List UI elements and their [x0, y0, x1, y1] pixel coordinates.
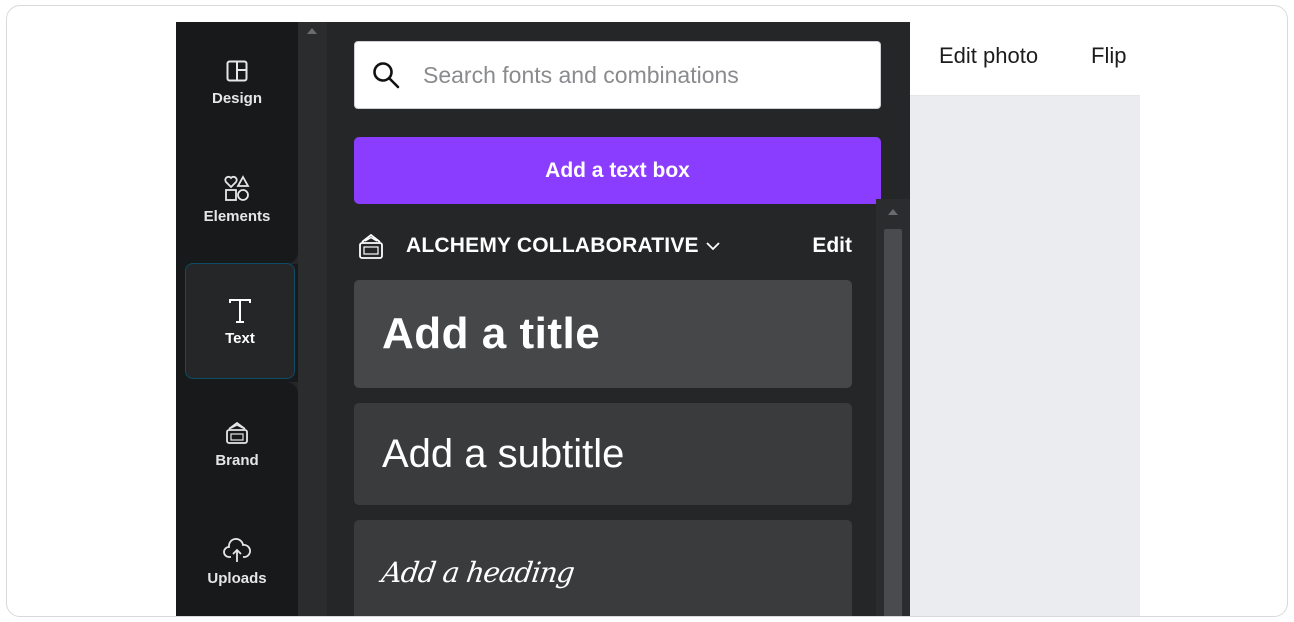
editor-app: Design Elements Text Brand Uploads Searc…	[176, 22, 1140, 616]
left-rail: Design Elements Text Brand Uploads	[176, 22, 298, 616]
scroll-thumb[interactable]	[884, 229, 902, 616]
rail-item-label: Uploads	[207, 569, 267, 587]
scroll-up-arrow-icon[interactable]	[307, 28, 317, 34]
search-input[interactable]	[421, 60, 855, 90]
rail-item-brand[interactable]: Brand	[176, 384, 298, 502]
search-icon	[373, 62, 400, 89]
rail-item-label: Brand	[215, 451, 259, 469]
rail-item-label: Elements	[203, 207, 271, 225]
rail-item-label: Design	[211, 89, 262, 107]
brand-kit-icon	[223, 418, 251, 448]
edit-photo-button[interactable]: Edit photo	[939, 43, 1038, 69]
add-subtitle-preset[interactable]: Add a subtitle	[354, 403, 852, 505]
chevron-down-icon[interactable]	[705, 240, 721, 252]
add-heading-preset[interactable]: Add a heading	[354, 520, 852, 616]
edit-brand-button[interactable]: Edit	[812, 234, 852, 258]
preset-label: Add a subtitle	[382, 431, 625, 476]
rail-item-design[interactable]: Design	[176, 22, 298, 140]
add-text-box-button[interactable]: Add a text box	[354, 137, 881, 204]
rail-item-label: Text	[225, 329, 255, 347]
brand-kit-name[interactable]: ALCHEMY COLLABORATIVE	[406, 234, 699, 258]
rail-scrollbar[interactable]	[298, 22, 327, 616]
add-title-preset[interactable]: Add a title	[354, 280, 852, 388]
canvas-area[interactable]	[910, 96, 1140, 616]
rail-item-uploads[interactable]: Uploads	[176, 502, 298, 616]
context-toolbar: Edit photo Flip	[910, 22, 1140, 96]
rail-item-elements[interactable]: Elements	[176, 140, 298, 258]
preset-label: Add a title	[382, 309, 601, 358]
font-search-box[interactable]	[354, 41, 881, 109]
text-panel: Add a text box ALCHEMY COLLABORATIVE Edi…	[327, 22, 910, 616]
scroll-up-arrow-icon[interactable]	[888, 209, 898, 215]
shapes-icon	[223, 174, 251, 204]
rail-item-text[interactable]: Text	[185, 263, 295, 379]
brand-kit-icon	[359, 233, 383, 259]
rail-corner	[280, 250, 298, 264]
panel-scrollbar[interactable]	[876, 199, 910, 616]
flip-button[interactable]: Flip	[1091, 43, 1126, 69]
layout-icon	[223, 56, 251, 86]
screenshot-frame: Design Elements Text Brand Uploads Searc…	[6, 5, 1288, 617]
text-icon	[226, 296, 254, 326]
brand-kit-row: ALCHEMY COLLABORATIVE Edit	[354, 226, 854, 266]
preset-label: Add a heading	[379, 556, 577, 589]
cloud-upload-icon	[223, 536, 251, 566]
